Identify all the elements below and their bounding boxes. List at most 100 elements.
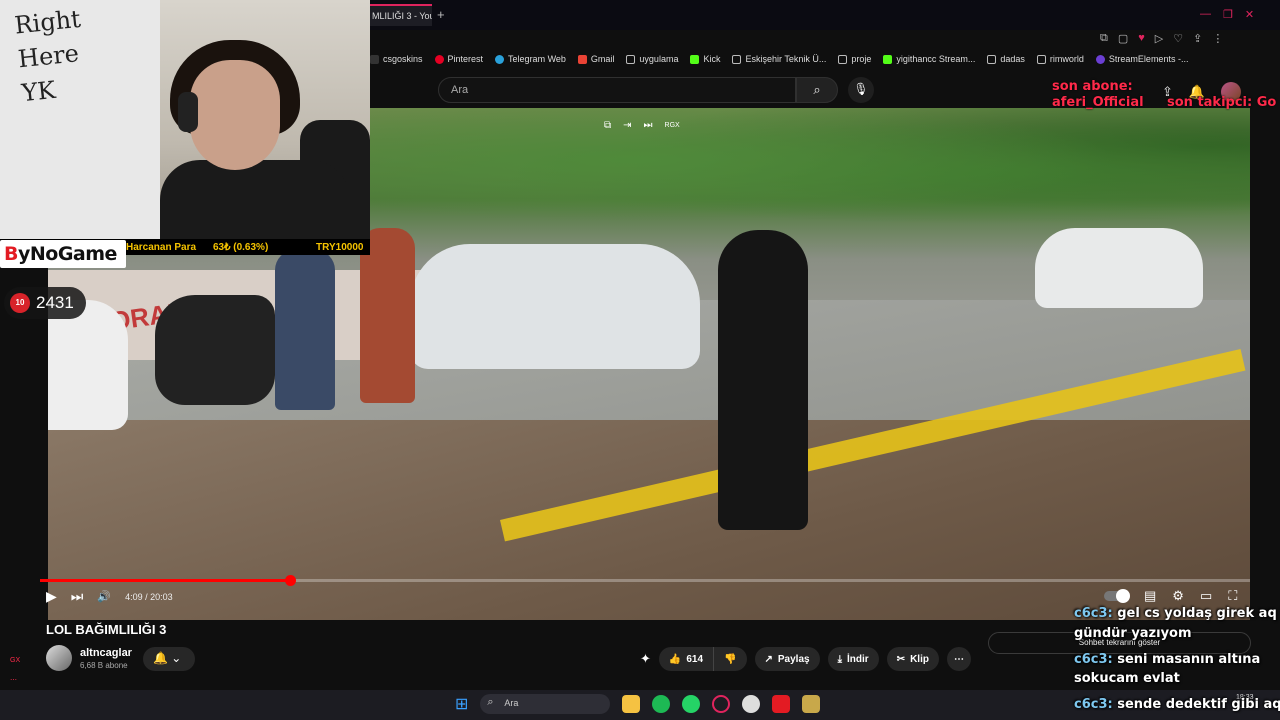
search-icon[interactable]: ⌕	[796, 77, 838, 103]
extension-icon[interactable]: ▷	[1155, 32, 1163, 45]
player-controls-right: ▤ ⚙ ▭ ⛶	[1104, 588, 1237, 604]
close-button[interactable]: ✕	[1245, 8, 1254, 21]
more-icon[interactable]: ⋯	[10, 671, 20, 691]
left-rail: GX ⋯	[10, 651, 20, 691]
notification-bell-button[interactable]: 🔔 ⌄	[143, 647, 195, 671]
folder-icon	[626, 54, 636, 64]
browser-tab-active[interactable]: MLILIĞI 3 - YouT	[370, 4, 432, 26]
restore-button[interactable]: ❐	[1223, 8, 1233, 21]
bookmark-item[interactable]: proje	[838, 54, 871, 64]
extension-icon[interactable]: ♥	[1138, 32, 1145, 44]
time-display: 4:09 / 20:03	[125, 591, 173, 602]
bookmark-item[interactable]: rimworld	[1036, 54, 1084, 64]
bookmark-item[interactable]: dadas	[987, 54, 1025, 64]
search-icon: ⌕	[487, 696, 494, 708]
webcam-person-shirt	[160, 160, 350, 240]
video-title: LOL BAĞIMLILIĞI 3	[46, 622, 167, 637]
bookmark-item[interactable]: yigithancc Stream...	[883, 54, 975, 64]
bookmark-item[interactable]: uygulama	[626, 54, 678, 64]
bookmark-icon	[370, 54, 379, 64]
overlay-last-sub-label: son abone:	[1052, 79, 1133, 94]
whatsapp-icon[interactable]	[682, 695, 701, 713]
windows-start-icon[interactable]: ⊞	[455, 694, 468, 714]
bookmarks-bar: csgoskins Pinterest Telegram Web Gmail u…	[370, 50, 1280, 68]
dislike-button[interactable]: 👎	[714, 647, 747, 671]
skip-icon[interactable]: ⏭	[644, 120, 653, 131]
new-tab-button[interactable]: +	[437, 7, 445, 22]
ai-icon[interactable]: ✦	[640, 651, 651, 667]
download-button[interactable]: ⤓ İndir	[827, 647, 879, 671]
settings-icon[interactable]: ⚙	[1172, 588, 1184, 604]
window-controls: — ❐ ✕	[1200, 8, 1254, 21]
extension-icon[interactable]: ⧉	[1100, 32, 1108, 45]
bookmark-icon	[1095, 54, 1105, 64]
bookmark-icon	[577, 54, 587, 64]
channel-avatar[interactable]	[46, 645, 72, 671]
file-explorer-icon[interactable]	[622, 695, 641, 713]
fullscreen-icon[interactable]: ⛶	[1228, 588, 1237, 604]
chat-message: c6c3: sende dedektif gibi aq	[1074, 697, 1280, 712]
video-scene-person-walking	[718, 230, 808, 530]
share-icon: ↗	[764, 653, 773, 665]
thumbs-up-icon: 👍	[668, 653, 682, 665]
share-button[interactable]: ↗ Paylaş	[754, 647, 820, 671]
steam-icon[interactable]	[742, 695, 761, 713]
progress-scrubber[interactable]	[285, 575, 296, 586]
bookmark-icon	[495, 54, 505, 64]
theater-icon[interactable]: ▭	[1200, 588, 1212, 604]
bookmark-item[interactable]: Gmail	[577, 54, 614, 64]
app-icon[interactable]	[802, 695, 821, 713]
mic-icon[interactable]: 🎙	[848, 77, 874, 103]
chat-message-cont: sokucam evlat	[1074, 671, 1180, 686]
minimize-button[interactable]: —	[1200, 8, 1211, 21]
clip-button[interactable]: ✂ Klip	[886, 647, 939, 671]
bookmark-item[interactable]: Kick	[690, 54, 720, 64]
miniplayer-icon[interactable]: ⧉	[604, 120, 611, 131]
exit-icon[interactable]: ⇥	[623, 120, 631, 131]
opera-gx-icon[interactable]	[712, 695, 731, 713]
chat-message-cont: gündür yazıyom	[1074, 626, 1192, 641]
viewer-icon: 10	[10, 293, 30, 313]
like-button[interactable]: 👍 614	[658, 647, 715, 671]
subtitles-icon[interactable]: ▤	[1144, 588, 1156, 604]
download-icon: ⤓	[837, 653, 843, 665]
gx-icon[interactable]: GX	[10, 651, 20, 671]
webcam-overlay: Right Here YK	[0, 0, 370, 240]
webcam-person-face	[190, 60, 280, 170]
taskbar-search[interactable]: ⌕ Ara	[480, 694, 611, 714]
video-scene-car-right	[1035, 228, 1203, 308]
bookmark-icon	[690, 54, 700, 64]
bookmark-item[interactable]: StreamElements -...	[1095, 54, 1188, 64]
player-top-icons: ⧉ ⇥ ⏭ RGX	[604, 120, 680, 131]
folder-icon	[838, 54, 848, 64]
extension-icon[interactable]: ⇪	[1193, 32, 1202, 45]
menu-icon[interactable]: ⋮	[1212, 32, 1223, 45]
video-scene-trees	[370, 108, 1250, 238]
bookmark-item[interactable]: csgoskins	[370, 54, 423, 64]
bynogame-logo: ByNoGame	[0, 240, 126, 268]
spotify-icon[interactable]	[652, 695, 671, 713]
viewer-count-badge: 10 2431	[4, 287, 86, 319]
taskbar-icons: ⊞ ⌕ Ara	[455, 694, 821, 714]
autoplay-toggle[interactable]	[1104, 589, 1130, 603]
viewer-count: 2431	[36, 293, 74, 312]
channel-name[interactable]: altncaglar	[80, 647, 132, 659]
extension-icon[interactable]: ▢	[1118, 32, 1128, 45]
folder-icon	[1036, 54, 1046, 64]
volume-icon[interactable]: 🔊	[97, 590, 111, 603]
extension-icon[interactable]: ♡	[1173, 32, 1183, 45]
like-dislike-group: 👍 614 👎	[658, 647, 747, 671]
spent-label: Harcanan Para	[126, 242, 197, 253]
video-actions: ✦ 👍 614 👎 ↗ Paylaş ⤓ İndir ✂ Klip ⋯	[640, 647, 971, 671]
more-button[interactable]: ⋯	[946, 647, 971, 671]
search-input[interactable]: Ara	[438, 77, 796, 103]
bookmark-item[interactable]: Pinterest	[434, 54, 483, 64]
next-icon[interactable]: ⏭	[71, 588, 84, 605]
thumbs-down-icon: 👎	[724, 653, 737, 665]
bookmark-item[interactable]: Telegram Web	[495, 54, 566, 64]
app-icon[interactable]	[772, 695, 791, 713]
bookmark-icon	[883, 54, 893, 64]
play-icon[interactable]: ▶	[46, 588, 57, 605]
bookmark-item[interactable]: Eskişehir Teknik Ü...	[732, 54, 826, 64]
rgx-icon[interactable]: RGX	[665, 120, 680, 131]
